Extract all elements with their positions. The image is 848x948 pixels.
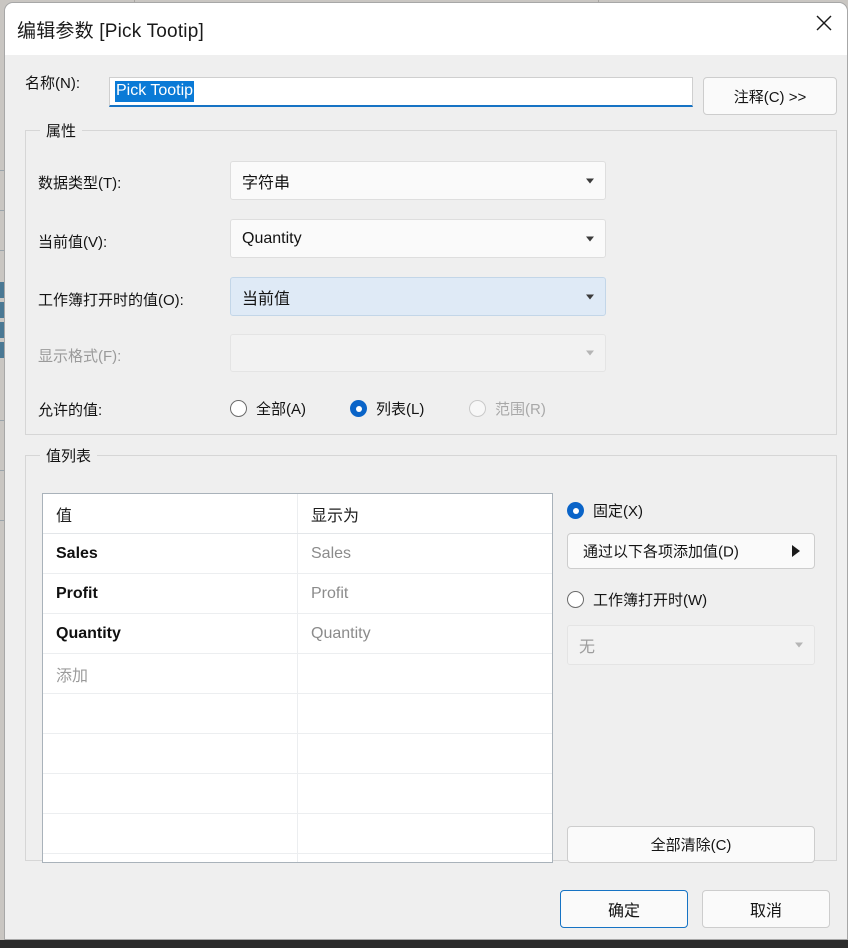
value-on-open-value: 当前值 (242, 290, 291, 308)
cell-display-empty[interactable] (298, 854, 552, 862)
cell-display[interactable]: Profit (298, 574, 552, 613)
value-source-radio-fixed-label: 固定(X) (593, 503, 643, 520)
chevron-down-icon (795, 642, 803, 648)
cell-display[interactable]: Sales (298, 534, 552, 573)
cell-value[interactable]: Quantity (43, 614, 298, 653)
chevron-down-icon (586, 236, 594, 241)
radio-circle-filled-icon (350, 400, 367, 417)
value-source-radio-fixed[interactable]: 固定(X) (567, 500, 643, 521)
column-header-display: 显示为 (311, 507, 360, 525)
radio-circle-icon (469, 400, 486, 417)
value-list-group-legend: 值列表 (40, 445, 98, 466)
cell-display-empty[interactable] (298, 774, 552, 813)
chevron-down-icon (586, 178, 594, 183)
cell-value-empty[interactable] (43, 854, 298, 862)
dialog-title: 编辑参数 [Pick Tootip] (17, 21, 204, 42)
caret-right-icon (792, 545, 800, 557)
column-header-value: 值 (43, 494, 298, 533)
allowed-values-radio-list-label: 列表(L) (376, 401, 425, 418)
allowed-values-radio-all[interactable]: 全部(A) (230, 398, 306, 419)
allowed-values-radio-all-label: 全部(A) (256, 401, 306, 418)
cell-value[interactable]: Sales (43, 534, 298, 573)
radio-circle-icon (567, 591, 584, 608)
data-type-combo[interactable]: 字符串 (230, 161, 606, 200)
cell-value-empty[interactable] (43, 814, 298, 853)
parameter-name-label: 名称(N): (25, 75, 80, 92)
add-values-from-label: 通过以下各项添加值(D) (583, 543, 739, 561)
cell-value-empty[interactable] (43, 694, 298, 733)
table-empty-row[interactable] (43, 854, 552, 862)
radio-circle-icon (230, 400, 247, 417)
display-format-combo (230, 334, 606, 372)
table-empty-row[interactable] (43, 814, 552, 854)
value-list-table[interactable]: 值 显示为 Sales Sales Profit Profit Quantity… (42, 493, 553, 863)
value-source-radio-workbook-open-label: 工作簿打开时(W) (593, 592, 708, 609)
properties-group-legend: 属性 (40, 120, 83, 141)
ok-button[interactable]: 确定 (560, 890, 688, 928)
current-value-combo[interactable]: Quantity (230, 219, 606, 258)
workbook-open-source-value: 无 (579, 639, 596, 656)
table-add-row[interactable]: 添加 (43, 654, 552, 694)
data-type-value: 字符串 (242, 174, 291, 192)
cell-display-empty[interactable] (298, 694, 552, 733)
background-taskbar (0, 940, 848, 948)
add-values-from-button[interactable]: 通过以下各项添加值(D) (567, 533, 815, 569)
add-value-placeholder[interactable]: 添加 (43, 654, 298, 693)
allowed-values-radio-range-label: 范围(R) (495, 401, 546, 418)
parameter-name-input[interactable]: Pick Tootip (109, 77, 693, 107)
chevron-down-icon (586, 294, 594, 299)
current-value-value: Quantity (242, 229, 302, 247)
comment-button[interactable]: 注释(C) >> (703, 77, 837, 115)
allowed-values-radio-list[interactable]: 列表(L) (350, 398, 424, 419)
cell-value-empty[interactable] (43, 774, 298, 813)
cell-display[interactable]: Quantity (298, 614, 552, 653)
workbook-open-source-combo: 无 (567, 625, 815, 665)
parameter-name-value: Pick Tootip (115, 81, 195, 102)
cell-display-empty[interactable] (298, 734, 552, 773)
value-source-radio-workbook-open[interactable]: 工作簿打开时(W) (567, 589, 707, 610)
table-empty-row[interactable] (43, 774, 552, 814)
cell-value-empty[interactable] (43, 734, 298, 773)
data-type-label: 数据类型(T): (38, 175, 122, 192)
allowed-values-label: 允许的值: (38, 402, 103, 419)
cell-display-empty[interactable] (298, 654, 552, 693)
cell-value[interactable]: Profit (43, 574, 298, 613)
table-row[interactable]: Sales Sales (43, 534, 552, 574)
dialog-titlebar: 编辑参数 [Pick Tootip] (5, 3, 847, 55)
table-row[interactable]: Quantity Quantity (43, 614, 552, 654)
current-value-label: 当前值(V): (38, 234, 108, 251)
display-format-label: 显示格式(F): (38, 348, 122, 365)
table-empty-row[interactable] (43, 734, 552, 774)
allowed-values-radio-range: 范围(R) (469, 398, 546, 419)
value-on-open-combo[interactable]: 当前值 (230, 277, 606, 316)
table-empty-row[interactable] (43, 694, 552, 734)
clear-all-button[interactable]: 全部清除(C) (567, 826, 815, 863)
cell-display-empty[interactable] (298, 814, 552, 853)
radio-circle-filled-icon (567, 502, 584, 519)
chevron-down-icon (586, 350, 594, 356)
value-on-open-label: 工作簿打开时的值(O): (38, 292, 184, 309)
cancel-button[interactable]: 取消 (702, 890, 830, 928)
table-row[interactable]: Profit Profit (43, 574, 552, 614)
close-icon[interactable] (801, 3, 847, 43)
edit-parameter-dialog: 编辑参数 [Pick Tootip] 名称(N): Pick Tootip 注释… (4, 2, 848, 940)
table-header-row: 值 显示为 (43, 494, 552, 534)
